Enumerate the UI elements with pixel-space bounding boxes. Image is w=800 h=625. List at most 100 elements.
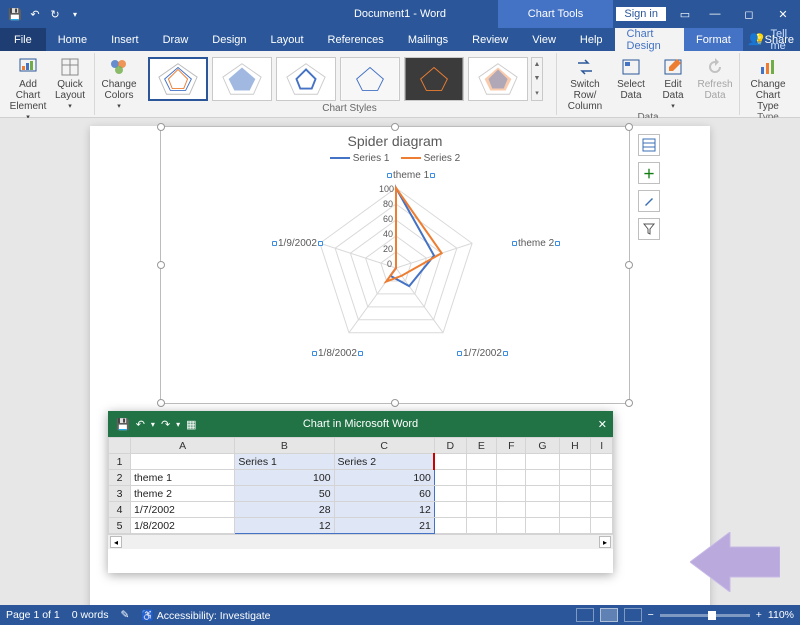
chart-style-6[interactable]: [468, 57, 528, 101]
resize-handle[interactable]: [391, 123, 399, 131]
cell[interactable]: [466, 502, 497, 518]
cell[interactable]: theme 1: [131, 470, 235, 486]
col-header[interactable]: D: [434, 438, 466, 454]
tab-design[interactable]: Design: [200, 28, 258, 51]
zoom-out-button[interactable]: −: [648, 609, 654, 621]
row-header[interactable]: 3: [109, 486, 131, 502]
cell[interactable]: [466, 454, 497, 470]
cell[interactable]: Series 2: [334, 454, 434, 470]
cell[interactable]: [591, 470, 613, 486]
cell[interactable]: Series 1: [235, 454, 334, 470]
change-colors-button[interactable]: Change Colors▾: [99, 55, 139, 111]
excel-save-icon[interactable]: 💾: [116, 418, 130, 431]
cell[interactable]: [559, 486, 591, 502]
cell[interactable]: 60: [334, 486, 434, 502]
sign-in-button[interactable]: Sign in: [616, 7, 666, 21]
cell[interactable]: [497, 486, 526, 502]
cell[interactable]: [526, 470, 559, 486]
cell[interactable]: [434, 486, 466, 502]
chart-elements-button[interactable]: ＋: [638, 162, 660, 184]
cell[interactable]: 100: [235, 470, 334, 486]
chart-styles-button[interactable]: [638, 190, 660, 212]
chart-filters-button[interactable]: [638, 218, 660, 240]
cell[interactable]: [526, 502, 559, 518]
cell[interactable]: theme 2: [131, 486, 235, 502]
tab-help[interactable]: Help: [568, 28, 615, 51]
cell[interactable]: 21: [334, 518, 434, 534]
view-print-layout[interactable]: [600, 608, 618, 622]
select-data-button[interactable]: Select Data: [611, 55, 651, 101]
document-area[interactable]: Spider diagram Series 1 Series 2 theme 1…: [0, 118, 800, 605]
select-all-cell[interactable]: [109, 438, 131, 454]
resize-handle[interactable]: [625, 399, 633, 407]
cell[interactable]: [559, 518, 591, 534]
cell[interactable]: 1/8/2002: [131, 518, 235, 534]
minimize-button[interactable]: —: [698, 0, 732, 28]
cell[interactable]: [559, 454, 591, 470]
cell[interactable]: [526, 454, 559, 470]
cell[interactable]: 1/7/2002: [131, 502, 235, 518]
cell[interactable]: [466, 470, 497, 486]
cell[interactable]: [591, 486, 613, 502]
tab-mailings[interactable]: Mailings: [396, 28, 460, 51]
cell[interactable]: [559, 502, 591, 518]
scroll-left-icon[interactable]: ◂: [110, 536, 122, 548]
tab-draw[interactable]: Draw: [151, 28, 201, 51]
cell[interactable]: [526, 486, 559, 502]
col-header[interactable]: G: [526, 438, 559, 454]
view-read-mode[interactable]: [576, 608, 594, 622]
cell[interactable]: [434, 454, 466, 470]
resize-handle[interactable]: [391, 399, 399, 407]
cell[interactable]: [526, 518, 559, 534]
status-accessibility[interactable]: ♿ Accessibility: Investigate: [141, 609, 270, 622]
col-header[interactable]: E: [466, 438, 497, 454]
maximize-button[interactable]: ◻: [732, 0, 766, 28]
scroll-right-icon[interactable]: ▸: [599, 536, 611, 548]
chart-style-2[interactable]: [212, 57, 272, 101]
tab-references[interactable]: References: [316, 28, 396, 51]
tab-chart-design[interactable]: Chart Design: [615, 28, 684, 51]
chart-style-5[interactable]: [404, 57, 464, 101]
excel-undo-dropdown[interactable]: ▾: [151, 420, 155, 429]
status-page[interactable]: Page 1 of 1: [6, 609, 60, 621]
cell[interactable]: 12: [334, 502, 434, 518]
chart-legend[interactable]: Series 1 Series 2: [161, 149, 629, 168]
chart-style-3[interactable]: [276, 57, 336, 101]
row-header[interactable]: 5: [109, 518, 131, 534]
tab-view[interactable]: View: [520, 28, 568, 51]
row-header[interactable]: 4: [109, 502, 131, 518]
excel-grid[interactable]: ABCDEFGHI1Series 1Series 22theme 1100100…: [108, 437, 613, 534]
cell[interactable]: [497, 502, 526, 518]
cell[interactable]: [591, 518, 613, 534]
cell[interactable]: [466, 518, 497, 534]
cell[interactable]: [497, 454, 526, 470]
col-header[interactable]: B: [235, 438, 334, 454]
tab-file[interactable]: File: [0, 28, 46, 51]
zoom-in-button[interactable]: +: [756, 609, 762, 621]
excel-edit-in-excel-icon[interactable]: ▦: [186, 418, 196, 431]
row-header[interactable]: 1: [109, 454, 131, 470]
resize-handle[interactable]: [157, 399, 165, 407]
layout-options-button[interactable]: [638, 134, 660, 156]
status-words[interactable]: 0 words: [72, 609, 109, 621]
excel-hscroll[interactable]: ◂ ▸: [108, 534, 613, 549]
chart-object[interactable]: Spider diagram Series 1 Series 2 theme 1…: [160, 126, 630, 404]
cell[interactable]: 28: [235, 502, 334, 518]
cell[interactable]: [591, 454, 613, 470]
switch-row-column-button[interactable]: Switch Row/ Column: [561, 55, 609, 112]
save-icon[interactable]: 💾: [6, 5, 24, 23]
cell[interactable]: [497, 470, 526, 486]
share-button[interactable]: 👤Share: [747, 28, 794, 51]
cell[interactable]: 100: [334, 470, 434, 486]
cell[interactable]: 12: [235, 518, 334, 534]
excel-close-button[interactable]: ✕: [598, 418, 607, 431]
cell[interactable]: 50: [235, 486, 334, 502]
tab-review[interactable]: Review: [460, 28, 520, 51]
col-header[interactable]: A: [131, 438, 235, 454]
tab-format[interactable]: Format: [684, 28, 743, 51]
col-header[interactable]: I: [591, 438, 613, 454]
zoom-level[interactable]: 110%: [768, 609, 794, 621]
excel-undo-icon[interactable]: ↶: [136, 418, 145, 431]
close-button[interactable]: ✕: [766, 0, 800, 28]
row-header[interactable]: 2: [109, 470, 131, 486]
